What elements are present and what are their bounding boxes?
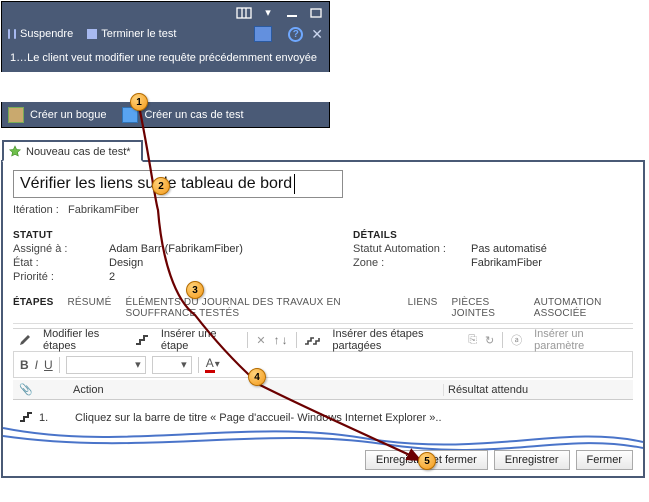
tab-summary[interactable]: RÉSUMÉ: [67, 297, 111, 319]
testcase-title-input[interactable]: Vérifier les liens sur le tableau de bor…: [13, 170, 343, 198]
tab-links[interactable]: LIENS: [408, 297, 438, 319]
stairs-icon: [135, 333, 149, 348]
assigned-value: Adam Barr (FabrikamFiber): [109, 243, 243, 255]
bug-icon: [8, 107, 24, 123]
pencil-icon: [19, 334, 31, 346]
chevron-down-icon[interactable]: ▾: [259, 5, 277, 21]
callout-2: 2: [152, 177, 170, 195]
steps-grid-header: 📎 Action Résultat attendu: [13, 380, 633, 400]
step-row-1[interactable]: 1. Cliquez sur la barre de titre « Page …: [13, 400, 633, 435]
state-value: Design: [109, 257, 143, 269]
testcase-tab-label: Nouveau cas de test*: [26, 146, 131, 158]
testcase-tab-strip: ÉTAPES RÉSUMÉ ÉLÉMENTS DU JOURNAL DES TR…: [13, 297, 633, 324]
minimize-icon[interactable]: [283, 5, 301, 21]
pause-icon: [8, 29, 10, 39]
test-runner-chrome: ▾: [1, 1, 330, 23]
zone-label: Zone :: [353, 257, 463, 269]
zone-value: FabrikamFiber: [471, 257, 542, 269]
iteration-label: Itération :: [13, 204, 59, 216]
bold-button[interactable]: B: [20, 358, 29, 372]
insert-step-button[interactable]: Insérer une étape: [157, 328, 240, 352]
tab-backlog[interactable]: ÉLÉMENTS DU JOURNAL DES TRAVAUX EN SOUFF…: [125, 297, 393, 319]
font-family-select[interactable]: ▾: [66, 356, 146, 374]
iteration-value: FabrikamFiber: [68, 204, 139, 216]
format-toolbar: B I U ▾ ▾ A▾: [13, 352, 633, 378]
stop-icon: [87, 29, 97, 39]
tab-steps[interactable]: ÉTAPES: [13, 297, 53, 319]
text-caret: [294, 174, 295, 194]
font-color-button[interactable]: A▾: [205, 356, 220, 373]
tab-automation[interactable]: AUTOMATION ASSOCIÉE: [534, 297, 633, 319]
step-action-text: Cliquez sur la barre de titre « Page d'a…: [75, 412, 627, 424]
delete-icon[interactable]: ✕: [256, 334, 265, 347]
priority-label: Priorité :: [13, 271, 101, 283]
link-icon[interactable]: ⎘: [468, 334, 477, 347]
suspend-button[interactable]: Suspendre: [20, 28, 73, 40]
save-button[interactable]: Enregistrer: [494, 450, 570, 470]
automation-value: Pas automatisé: [471, 243, 547, 255]
state-label: État :: [13, 257, 101, 269]
font-size-select[interactable]: ▾: [152, 356, 192, 374]
refresh-icon[interactable]: ↻: [485, 334, 494, 347]
help-icon[interactable]: ?: [288, 27, 303, 42]
italic-button[interactable]: I: [35, 358, 38, 372]
step-number: 1.: [39, 412, 48, 424]
status-header: STATUT: [13, 230, 313, 241]
testcase-tab[interactable]: Nouveau cas de test*: [2, 140, 143, 162]
move-arrows[interactable]: ↑↓: [274, 333, 288, 347]
expected-column: Résultat attendu: [443, 384, 633, 396]
testcase-window: Nouveau cas de test* Vérifier les liens …: [1, 160, 645, 478]
insert-param-button[interactable]: Insérer un paramètre: [530, 328, 627, 352]
test-description: 1…Le client veut modifier une requête pr…: [1, 46, 330, 72]
callout-5: 5: [418, 452, 436, 470]
test-runner-toolbar: Suspendre Terminer le test ? ✕: [1, 22, 330, 46]
callout-4: 4: [248, 368, 266, 386]
details-header: DÉTAILS: [353, 230, 547, 241]
param-icon: ⓐ: [511, 332, 522, 348]
star-icon: [8, 145, 22, 159]
edit-steps-button[interactable]: Modifier les étapes: [39, 328, 127, 352]
dialog-button-row: Enregistrer et fermer Enregistrer Fermer: [365, 450, 633, 470]
create-actions-bar: Créer un bogue Créer un cas de test: [1, 102, 330, 128]
automation-label: Statut Automation :: [353, 243, 463, 255]
terminate-button[interactable]: Terminer le test: [101, 28, 176, 40]
tab-attachments[interactable]: PIÈCES JOINTES: [452, 297, 520, 319]
layout-columns-icon[interactable]: [235, 5, 253, 21]
insert-shared-button[interactable]: Insérer des étapes partagées: [328, 328, 460, 352]
assigned-label: Assigné à :: [13, 243, 101, 255]
create-bug-button[interactable]: Créer un bogue: [30, 109, 106, 121]
close-icon[interactable]: ✕: [311, 26, 323, 43]
step-icon: [19, 410, 33, 425]
maximize-icon[interactable]: [307, 5, 325, 21]
create-testcase-button[interactable]: Créer un cas de test: [144, 109, 243, 121]
pause-icon-2: [14, 29, 16, 39]
shared-steps-icon: [304, 333, 320, 348]
priority-value: 2: [109, 271, 115, 283]
attachment-column-icon: 📎: [13, 383, 69, 396]
underline-button[interactable]: U: [44, 358, 53, 372]
close-button[interactable]: Fermer: [576, 450, 633, 470]
callout-1: 1: [130, 93, 148, 111]
steps-toolbar: Modifier les étapes Insérer une étape ✕ …: [13, 328, 633, 352]
callout-3: 3: [186, 281, 204, 299]
screenshot-icon[interactable]: [254, 26, 272, 42]
